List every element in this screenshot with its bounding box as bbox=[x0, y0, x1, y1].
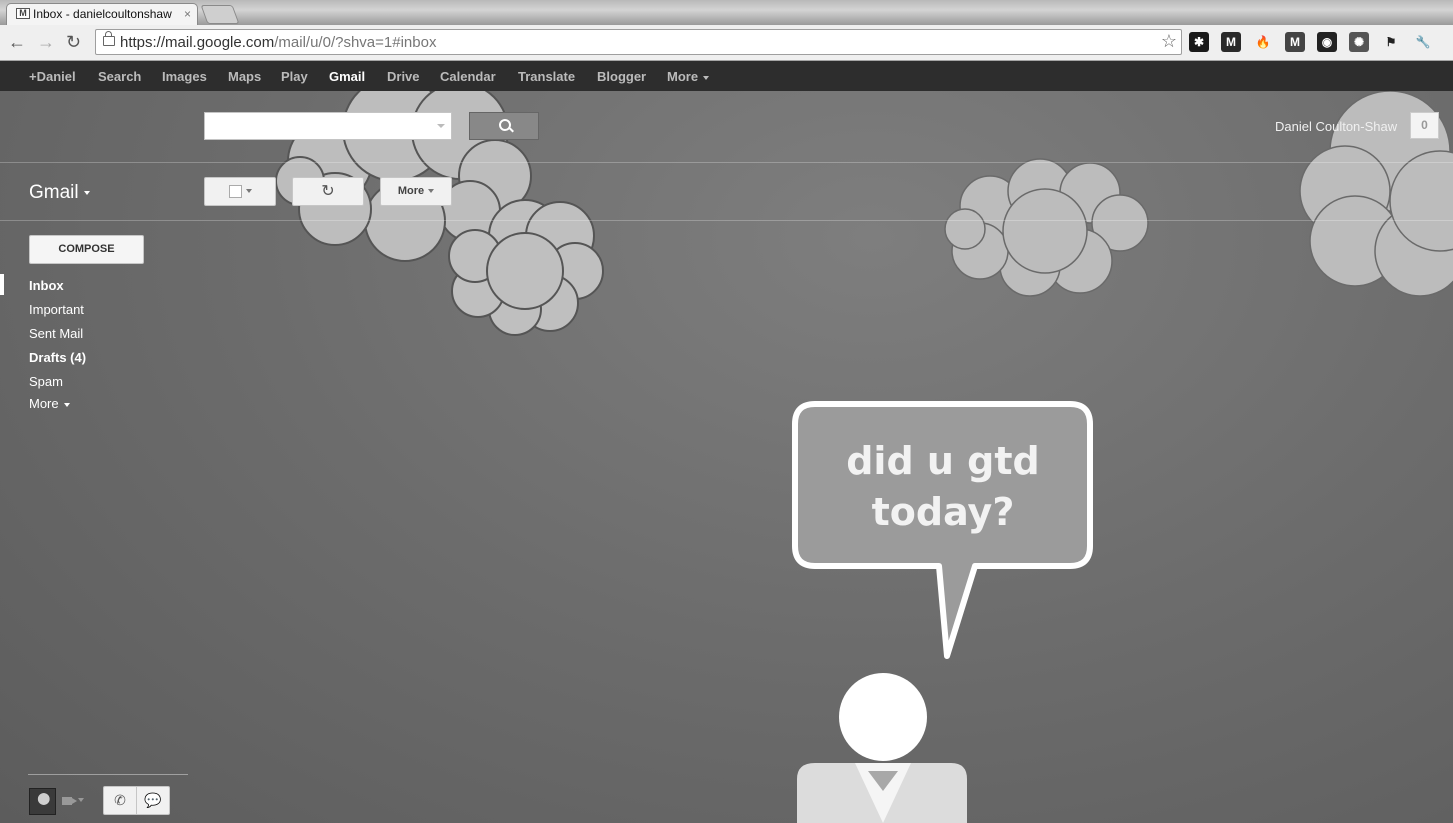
tab-close-icon[interactable]: × bbox=[184, 4, 191, 25]
speech-text-line1: did u gtd bbox=[846, 439, 1040, 483]
browser-tab-strip: M Inbox - danielcoultonshaw × bbox=[0, 0, 1453, 25]
cloud-middle-icon bbox=[944, 158, 1149, 297]
refresh-button[interactable]: ↻ bbox=[292, 177, 364, 206]
avatar[interactable] bbox=[29, 788, 56, 815]
extension-camera-icon[interactable]: ◉ bbox=[1317, 32, 1337, 52]
browser-tab-inbox[interactable]: M Inbox - danielcoultonshaw × bbox=[6, 3, 198, 25]
sidebar-item-more[interactable]: More bbox=[29, 396, 70, 411]
chevron-down-icon bbox=[428, 189, 435, 194]
sidebar-item-inbox[interactable]: Inbox bbox=[29, 278, 64, 293]
search-icon bbox=[499, 119, 511, 131]
url-text[interactable]: https://mail.google.com/mail/u/0/?shva=1… bbox=[120, 34, 436, 51]
sidebar-item-spam[interactable]: Spam bbox=[29, 374, 63, 389]
chat-bubble-icon: 💬 bbox=[144, 792, 162, 808]
url-host: https://mail.google.com bbox=[120, 34, 275, 51]
more-actions-label: More bbox=[397, 185, 425, 197]
more-actions-button[interactable]: More bbox=[380, 177, 452, 206]
url-path: /mail/u/0/?shva=1#inbox bbox=[274, 34, 437, 51]
chevron-down-icon bbox=[63, 402, 70, 407]
google-bar: +Daniel Search Images Maps Play Gmail Dr… bbox=[0, 61, 1453, 92]
header-divider bbox=[0, 162, 1453, 163]
gbar-item-blogger[interactable]: Blogger bbox=[597, 69, 646, 84]
new-tab-button[interactable] bbox=[200, 5, 240, 24]
sidebar-more-label: More bbox=[29, 396, 59, 411]
person-figure-icon bbox=[797, 673, 967, 823]
chevron-down-icon bbox=[703, 75, 710, 80]
chevron-down-icon[interactable] bbox=[78, 798, 84, 802]
toolbar-divider bbox=[0, 220, 1453, 221]
gmail-app-switcher[interactable]: Gmail bbox=[29, 182, 90, 204]
sidebar-item-drafts[interactable]: Drafts (4) bbox=[29, 350, 86, 365]
extension-asterisk-icon[interactable]: ✱ bbox=[1189, 32, 1209, 52]
extension-flag-icon[interactable]: ⚑ bbox=[1381, 32, 1401, 52]
lock-icon bbox=[103, 31, 115, 46]
reload-icon[interactable]: ↻ bbox=[66, 30, 81, 54]
extension-m-badge-icon[interactable]: M bbox=[1285, 32, 1305, 52]
sidebar-item-important[interactable]: Important bbox=[29, 302, 84, 317]
extension-m-square-icon[interactable]: M bbox=[1221, 32, 1241, 52]
account-user-name[interactable]: Daniel Coulton-Shaw bbox=[1275, 119, 1397, 134]
compose-button[interactable]: COMPOSE bbox=[29, 235, 144, 264]
gbar-item-maps[interactable]: Maps bbox=[228, 69, 261, 84]
gmail-favicon-icon: M bbox=[16, 8, 30, 19]
gbar-more-label: More bbox=[667, 69, 699, 84]
chat-divider bbox=[28, 774, 188, 775]
gbar-item-drive[interactable]: Drive bbox=[387, 69, 420, 84]
call-phone-button[interactable]: ✆ bbox=[103, 786, 137, 815]
bookmark-star-icon[interactable]: ☆ bbox=[1161, 31, 1177, 52]
gbar-item-calendar[interactable]: Calendar bbox=[440, 69, 496, 84]
notification-count-button[interactable]: 0 bbox=[1410, 112, 1439, 139]
video-camera-icon[interactable] bbox=[62, 797, 72, 805]
search-button[interactable] bbox=[469, 112, 539, 140]
browser-toolbar: ← → ↻ https://mail.google.com/mail/u/0/?… bbox=[0, 25, 1453, 61]
gbar-item-translate[interactable]: Translate bbox=[518, 69, 575, 84]
select-checkbox[interactable] bbox=[228, 184, 242, 198]
gbar-item-search[interactable]: Search bbox=[98, 69, 141, 84]
selected-indicator bbox=[0, 274, 4, 295]
gbar-item-gmail[interactable]: Gmail bbox=[329, 69, 365, 84]
extension-flame-icon[interactable]: 🔥 bbox=[1253, 32, 1273, 52]
phone-icon: ✆ bbox=[114, 792, 126, 808]
sidebar-item-sent-mail[interactable]: Sent Mail bbox=[29, 326, 83, 341]
chevron-down-icon bbox=[83, 190, 90, 195]
tab-title: Inbox - danielcoultonshaw bbox=[33, 7, 172, 21]
extension-gear-badge-icon[interactable]: ✺ bbox=[1349, 32, 1369, 52]
search-options-chevron-down-icon[interactable] bbox=[437, 124, 445, 128]
gbar-item-more[interactable]: More bbox=[667, 69, 710, 84]
gbar-item-play[interactable]: Play bbox=[281, 69, 308, 84]
gmail-label: Gmail bbox=[29, 182, 79, 203]
forward-arrow-icon[interactable]: → bbox=[37, 30, 55, 54]
gbar-item-images[interactable]: Images bbox=[162, 69, 207, 84]
chat-button[interactable]: 💬 bbox=[136, 786, 170, 815]
gmail-page: did u gtd today? Daniel Coulton-Shaw 0 G… bbox=[0, 91, 1453, 823]
address-bar[interactable]: https://mail.google.com/mail/u/0/?shva=1… bbox=[95, 29, 1182, 55]
back-arrow-icon[interactable]: ← bbox=[8, 30, 26, 54]
speech-text-line2: today? bbox=[872, 490, 1015, 534]
gbar-item-plus-daniel[interactable]: +Daniel bbox=[29, 69, 76, 84]
chevron-down-icon bbox=[245, 189, 252, 194]
search-input[interactable] bbox=[204, 112, 452, 140]
refresh-icon: ↻ bbox=[321, 183, 335, 200]
select-all-button[interactable] bbox=[204, 177, 276, 206]
wrench-menu-icon[interactable]: 🔧 bbox=[1413, 32, 1433, 52]
